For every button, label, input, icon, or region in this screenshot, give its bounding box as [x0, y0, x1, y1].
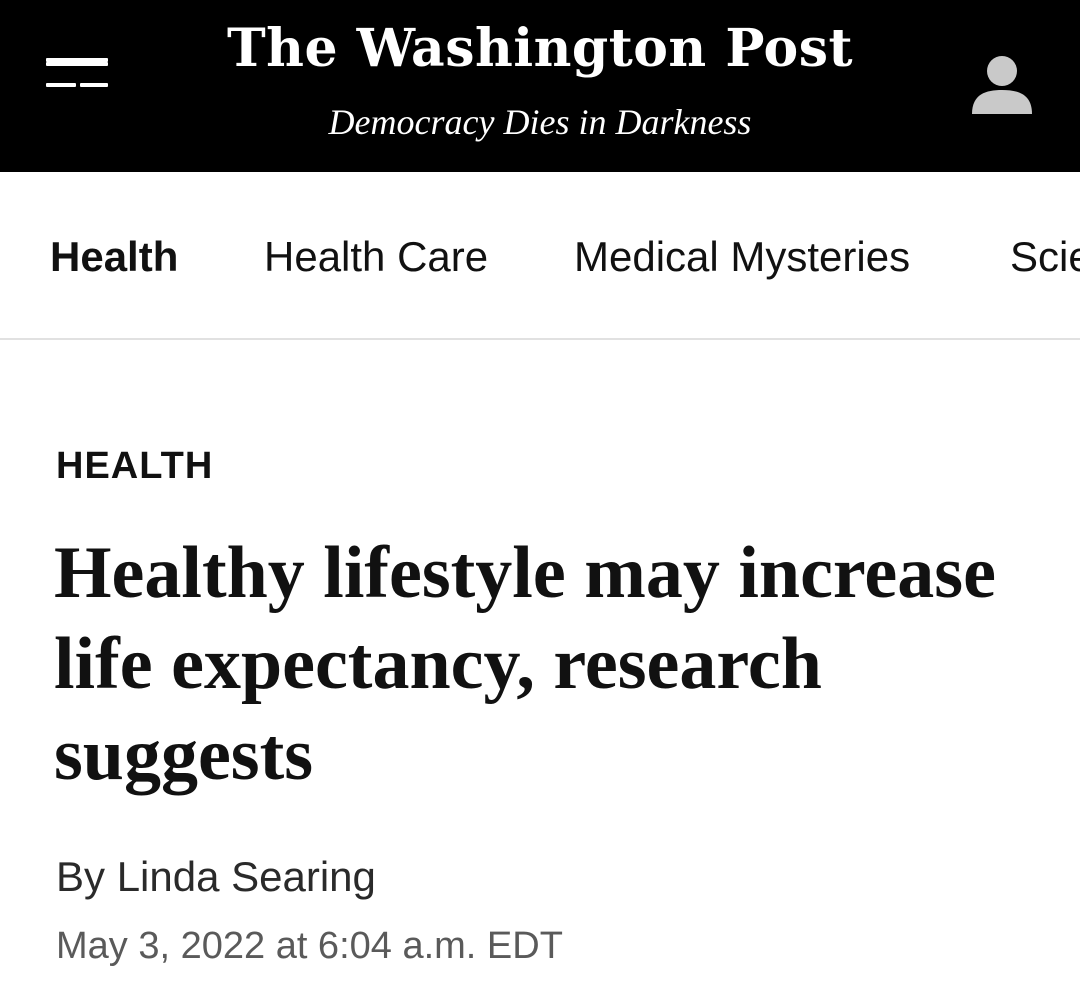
masthead: The Washington Post Democracy Dies in Da…: [0, 0, 1080, 172]
site-tagline: Democracy Dies in Darkness: [328, 102, 752, 142]
publish-timestamp: May 3, 2022 at 6:04 a.m. EDT: [56, 925, 563, 967]
section-kicker[interactable]: HEALTH: [56, 442, 213, 490]
user-account-icon[interactable]: [970, 54, 1034, 116]
nav-divider: [0, 338, 1080, 340]
nav-item-medical-mysteries[interactable]: Medical Mysteries: [574, 232, 910, 282]
nav-item-health[interactable]: Health: [50, 232, 178, 282]
nav-item-health-care[interactable]: Health Care: [264, 232, 488, 282]
nav-item-science[interactable]: Science: [1010, 232, 1080, 282]
section-nav: Health Health Care Medical Mysteries Sci…: [0, 172, 1080, 338]
byline-prefix: By: [56, 853, 117, 900]
site-logo[interactable]: The Washington Post: [0, 14, 1080, 84]
article-headline: Healthy lifestyle may increase life expe…: [54, 532, 996, 796]
author-link[interactable]: Linda Searing: [117, 853, 376, 900]
byline: By Linda Searing: [56, 852, 376, 902]
